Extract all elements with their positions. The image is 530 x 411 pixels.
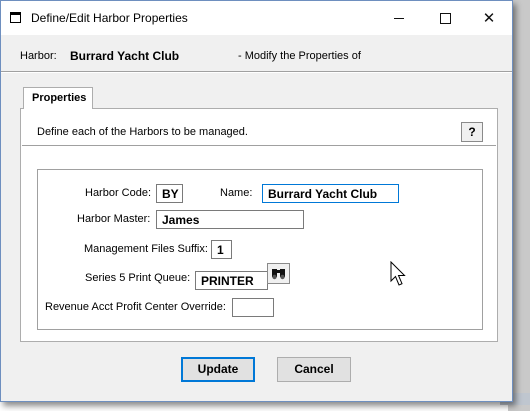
mouse-cursor-icon bbox=[390, 261, 406, 286]
close-icon: ✕ bbox=[482, 10, 496, 27]
name-label: Name: bbox=[220, 187, 253, 199]
header-divider bbox=[1, 71, 512, 73]
mgmt-suffix-label: Management Files Suffix: bbox=[84, 243, 208, 255]
harbor-name-field[interactable]: Burrard Yacht Club bbox=[262, 184, 399, 203]
maximize-button[interactable] bbox=[422, 1, 468, 35]
window-icon bbox=[10, 12, 21, 23]
help-button[interactable]: ? bbox=[461, 122, 483, 142]
update-button[interactable]: Update bbox=[181, 357, 255, 382]
harbor-header-value: Burrard Yacht Club bbox=[70, 49, 180, 63]
print-queue-field[interactable]: PRINTER bbox=[195, 271, 268, 290]
panel-description: Define each of the Harbors to be managed… bbox=[37, 126, 248, 138]
maximize-icon bbox=[439, 12, 451, 24]
revenue-override-field[interactable] bbox=[232, 298, 274, 317]
cancel-button[interactable]: Cancel bbox=[277, 357, 351, 382]
print-queue-label: Series 5 Print Queue: bbox=[85, 272, 191, 284]
harbor-header-suffix: - Modify the Properties of bbox=[238, 50, 361, 62]
tab-properties[interactable]: Properties bbox=[23, 87, 93, 109]
harbor-master-field[interactable]: James bbox=[156, 210, 304, 229]
title-bar[interactable]: Define/Edit Harbor Properties ✕ bbox=[1, 1, 512, 35]
harbor-master-label: Harbor Master: bbox=[77, 213, 151, 225]
harbor-header-label: Harbor: bbox=[20, 50, 57, 62]
tab-properties-label: Properties bbox=[32, 92, 87, 104]
window-title: Define/Edit Harbor Properties bbox=[31, 11, 188, 25]
panel-divider bbox=[22, 145, 496, 147]
minimize-icon bbox=[394, 17, 404, 19]
dialog-window: Define/Edit Harbor Properties ✕ Harbor: … bbox=[0, 0, 513, 402]
close-button[interactable]: ✕ bbox=[466, 1, 512, 35]
binoculars-icon bbox=[272, 269, 285, 280]
harbor-code-label: Harbor Code: bbox=[85, 187, 152, 199]
harbor-header: Harbor: Burrard Yacht Club - Modify the … bbox=[1, 41, 512, 73]
revenue-override-label: Revenue Acct Profit Center Override: bbox=[45, 301, 226, 313]
print-queue-lookup-button[interactable] bbox=[267, 263, 290, 284]
mgmt-suffix-field[interactable]: 1 bbox=[211, 240, 232, 259]
help-question-icon: ? bbox=[468, 125, 476, 139]
harbor-code-field[interactable]: BY bbox=[156, 184, 183, 203]
minimize-button[interactable] bbox=[376, 1, 422, 35]
